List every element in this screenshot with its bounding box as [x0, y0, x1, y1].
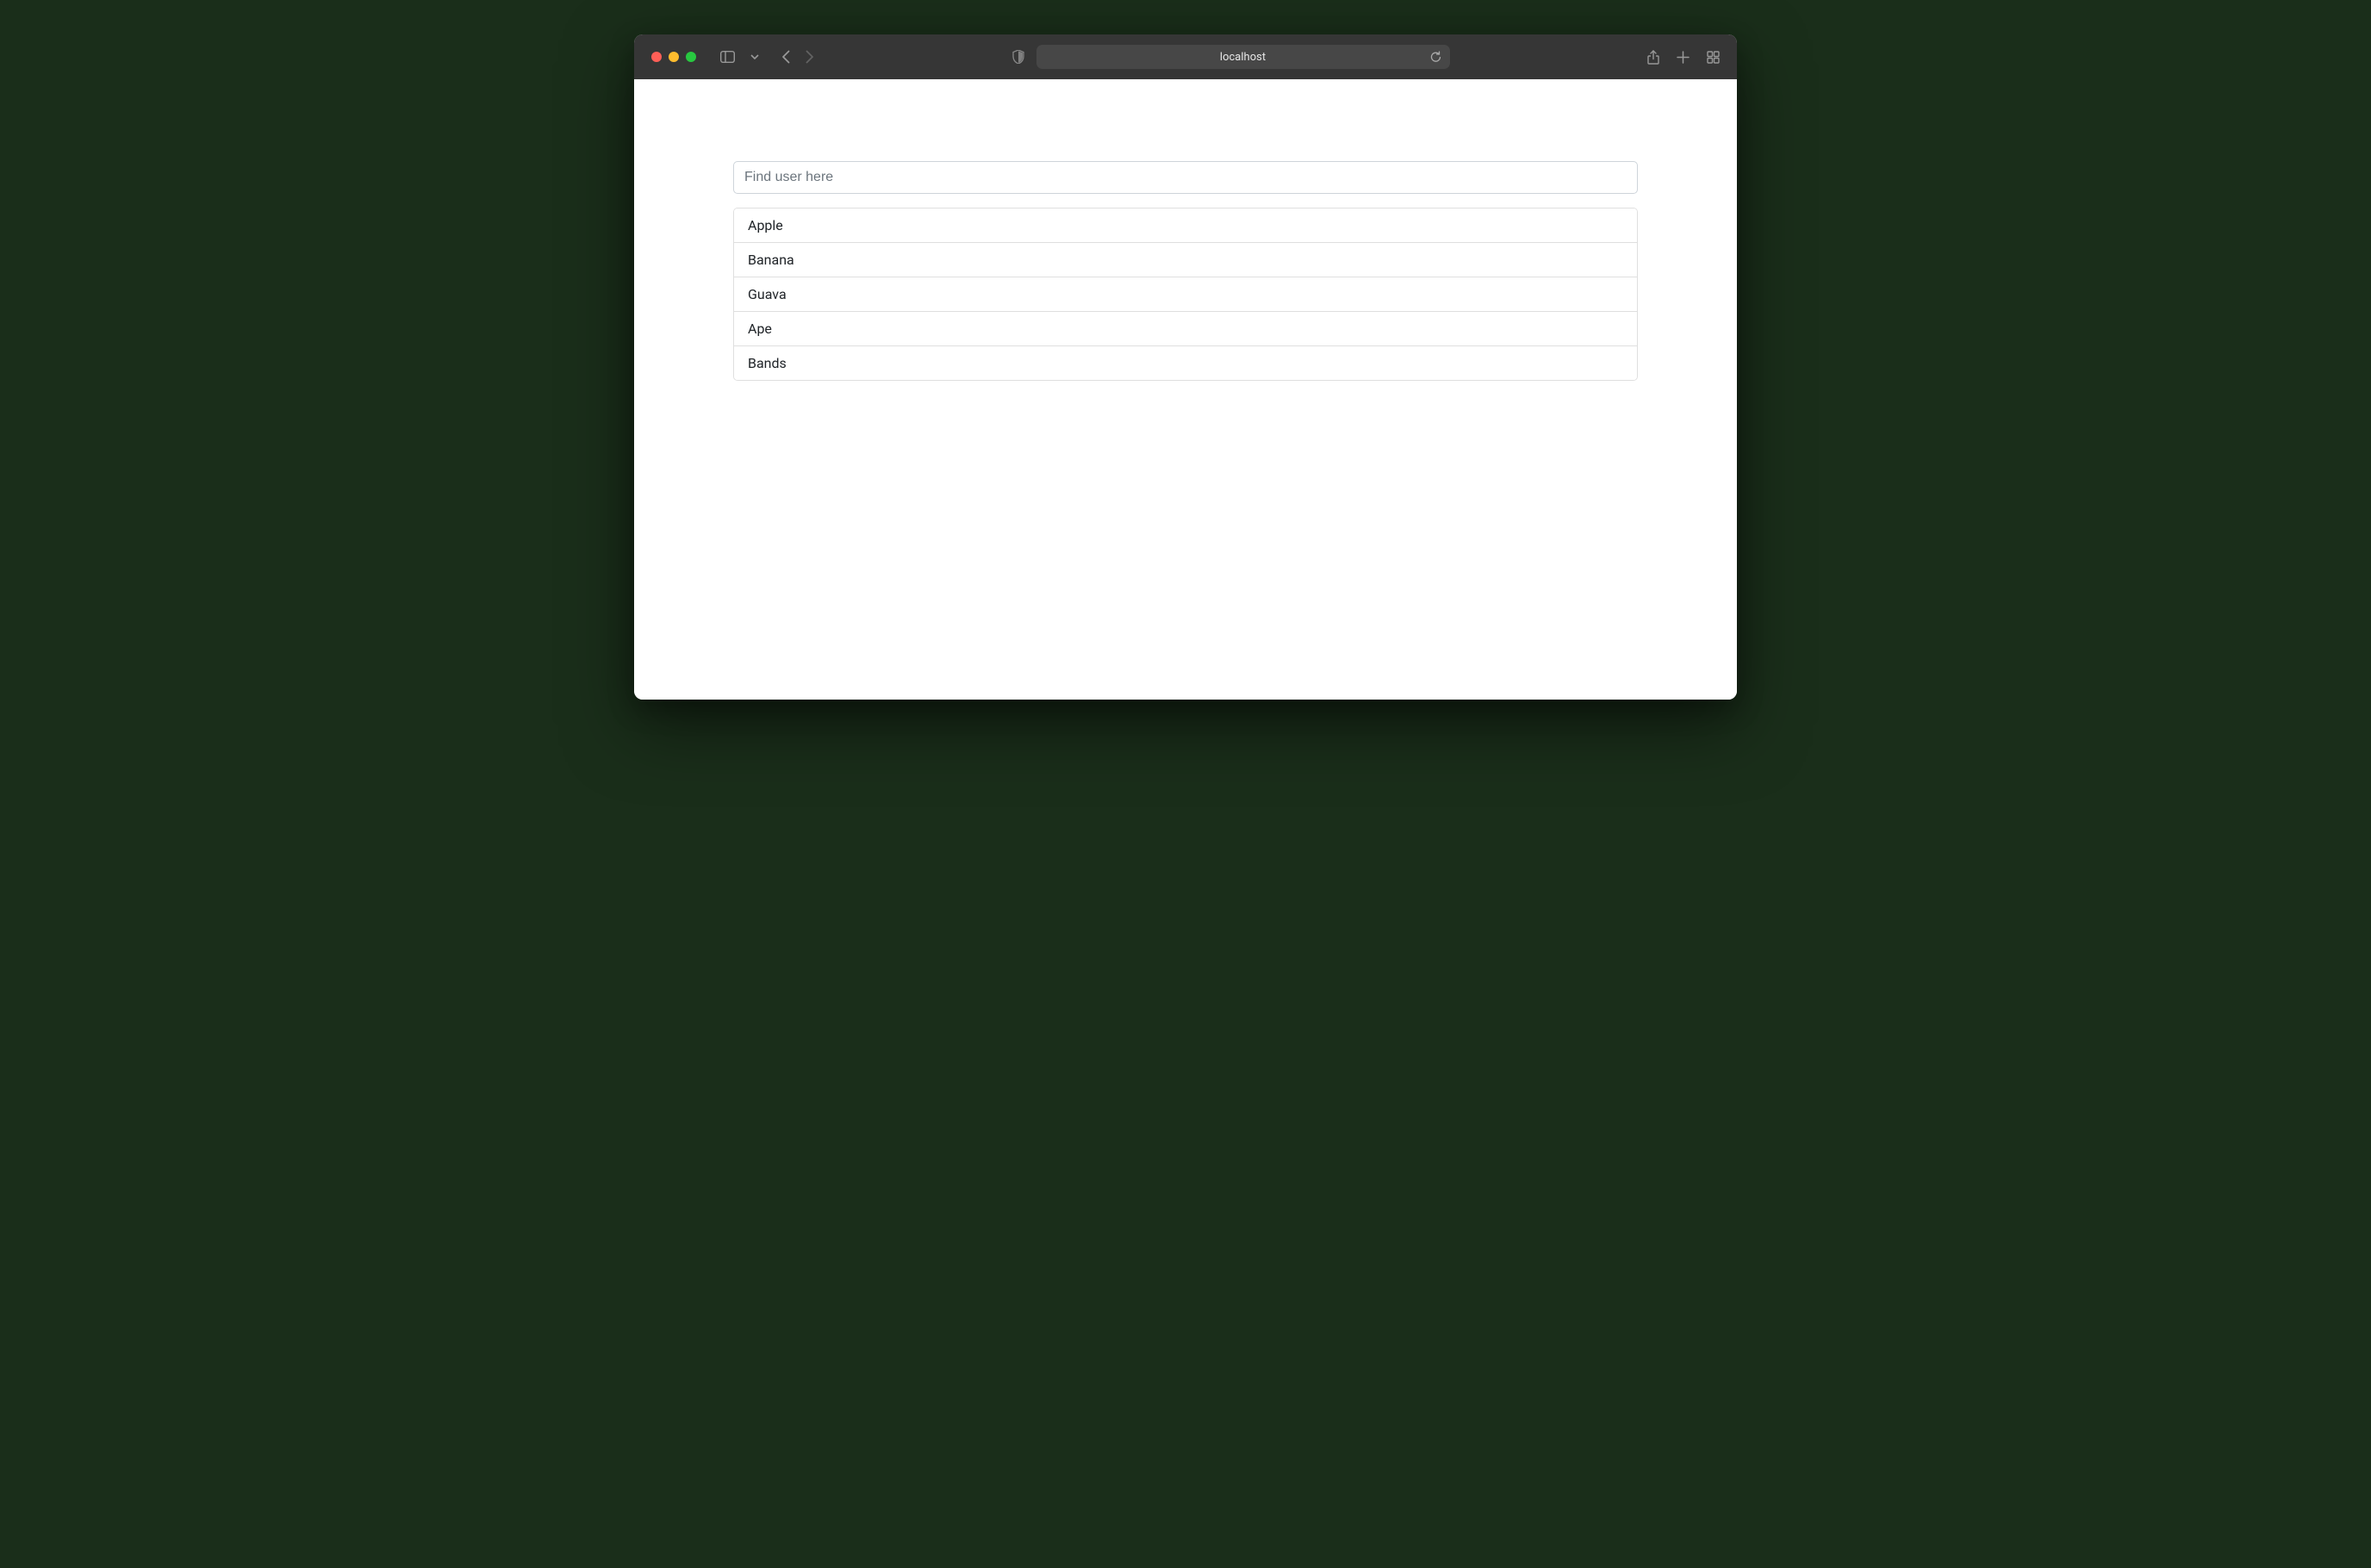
list-item[interactable]: Guava — [734, 277, 1637, 312]
forward-button-icon[interactable] — [806, 50, 814, 64]
close-window-button[interactable] — [651, 52, 662, 62]
list-item[interactable]: Banana — [734, 243, 1637, 277]
address-bar[interactable]: localhost — [1036, 45, 1450, 69]
navigation-arrows — [781, 50, 814, 64]
window-controls — [651, 52, 696, 62]
back-button-icon[interactable] — [781, 50, 790, 64]
list-item[interactable]: Ape — [734, 312, 1637, 346]
list-item-label: Ape — [748, 320, 772, 337]
list-item[interactable]: Apple — [734, 208, 1637, 243]
toolbar-left-group — [720, 50, 814, 64]
list-item-label: Guava — [748, 286, 787, 302]
list-item-label: Apple — [748, 217, 783, 233]
reload-icon[interactable] — [1430, 51, 1441, 63]
list-item[interactable]: Bands — [734, 346, 1637, 380]
page-content: Apple Banana Guava Ape Bands — [634, 79, 1737, 700]
privacy-shield-icon[interactable] — [1012, 50, 1024, 64]
chevron-down-icon[interactable] — [750, 54, 759, 59]
sidebar-toggle-icon[interactable] — [720, 51, 735, 63]
tab-overview-icon[interactable] — [1707, 51, 1720, 64]
browser-window: localhost — [634, 34, 1737, 700]
maximize-window-button[interactable] — [686, 52, 696, 62]
new-tab-icon[interactable] — [1677, 51, 1690, 64]
search-input[interactable] — [733, 161, 1638, 194]
minimize-window-button[interactable] — [669, 52, 679, 62]
results-list: Apple Banana Guava Ape Bands — [733, 208, 1638, 381]
address-bar-area: localhost — [856, 45, 1606, 69]
share-icon[interactable] — [1647, 50, 1659, 65]
list-item-label: Bands — [748, 355, 787, 371]
list-item-label: Banana — [748, 252, 794, 268]
browser-titlebar: localhost — [634, 34, 1737, 79]
address-text: localhost — [1220, 51, 1266, 64]
toolbar-right-group — [1647, 50, 1720, 65]
